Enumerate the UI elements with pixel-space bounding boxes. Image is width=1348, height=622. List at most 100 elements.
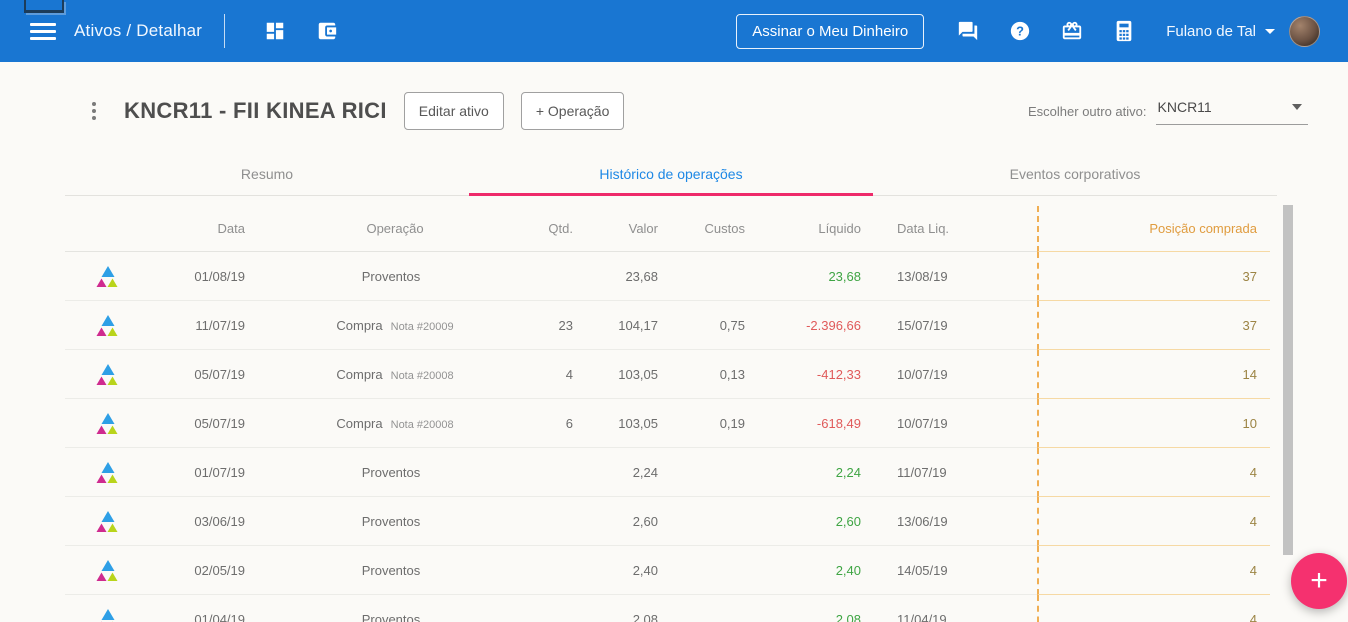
gift-icon[interactable] [1060, 19, 1084, 43]
cell-qty: 23 [545, 318, 573, 333]
cell-qty: 4 [545, 367, 573, 382]
breadcrumb[interactable]: Ativos / Detalhar [74, 21, 202, 41]
header-operation: Operação [245, 221, 545, 236]
cell-date: 11/07/19 [125, 318, 245, 333]
cell-position: 37 [1243, 318, 1257, 333]
cell-position: 4 [1250, 612, 1257, 622]
cell-position: 37 [1243, 269, 1257, 284]
cell-date: 01/04/19 [125, 612, 245, 622]
dropdown-caret-icon [1292, 104, 1302, 110]
cell-settlement: 15/07/19 [897, 318, 1017, 333]
table-row[interactable]: 05/07/19 CompraNota #20008 4 103,05 0,13… [65, 350, 1270, 399]
cell-operation: Proventos [245, 465, 545, 480]
cell-position: 4 [1250, 514, 1257, 529]
user-menu[interactable]: Fulano de Tal [1166, 16, 1320, 47]
cell-settlement: 13/08/19 [897, 269, 1017, 284]
cell-operation: Proventos [245, 269, 545, 284]
vertical-scrollbar[interactable] [1283, 205, 1293, 555]
header-value: Valor [573, 221, 658, 236]
asset-logo-icon [65, 363, 125, 386]
table-row[interactable]: 05/07/19 CompraNota #20008 6 103,05 0,19… [65, 399, 1270, 448]
asset-logo-icon [65, 265, 125, 288]
cell-settlement: 11/07/19 [897, 465, 1017, 480]
header-qty: Qtd. [545, 221, 573, 236]
chooser-label: Escolher outro ativo: [1028, 104, 1147, 119]
menu-icon[interactable] [30, 23, 56, 40]
cell-date: 01/08/19 [125, 269, 245, 284]
cell-value: 2,08 [573, 612, 658, 622]
cell-position: 14 [1243, 367, 1257, 382]
header-settlement: Data Liq. [897, 221, 1017, 236]
cell-value: 103,05 [573, 416, 658, 431]
help-icon[interactable]: ? [1008, 19, 1032, 43]
cell-settlement: 11/04/19 [897, 612, 1017, 622]
table-row[interactable]: 11/07/19 CompraNota #20009 23 104,17 0,7… [65, 301, 1270, 350]
cell-net: 23,68 [745, 269, 861, 284]
calculator-icon[interactable] [1112, 19, 1136, 43]
header-position: Posição comprada [1149, 221, 1257, 236]
table-header-row: Data Operação Qtd. Valor Custos Líquido … [65, 206, 1270, 252]
cell-value: 104,17 [573, 318, 658, 333]
cell-position: 10 [1243, 416, 1257, 431]
cell-settlement: 14/05/19 [897, 563, 1017, 578]
user-name: Fulano de Tal [1166, 23, 1256, 40]
cell-net: 2,40 [745, 563, 861, 578]
cell-costs: 0,13 [658, 367, 745, 382]
cell-settlement: 10/07/19 [897, 367, 1017, 382]
header-net: Líquido [745, 221, 861, 236]
table-row[interactable]: 01/07/19 Proventos 2,24 2,24 11/07/19 4 [65, 448, 1270, 497]
tab-eventos-corporativos[interactable]: Eventos corporativos [873, 152, 1277, 195]
cell-value: 2,24 [573, 465, 658, 480]
tab-resumo[interactable]: Resumo [65, 152, 469, 195]
header-date: Data [125, 221, 245, 236]
wallet-icon[interactable] [315, 19, 339, 43]
cell-settlement: 13/06/19 [897, 514, 1017, 529]
chat-icon[interactable] [956, 19, 980, 43]
table-row[interactable]: 01/08/19 Proventos 23,68 23,68 13/08/19 … [65, 252, 1270, 301]
cell-operation: CompraNota #20009 [245, 318, 545, 333]
cell-value: 23,68 [573, 269, 658, 284]
asset-logo-icon [65, 412, 125, 435]
cell-date: 01/07/19 [125, 465, 245, 480]
cell-position: 4 [1250, 563, 1257, 578]
tab-historico-de-operacoes[interactable]: Histórico de operações [469, 152, 873, 195]
cell-net: -412,33 [745, 367, 861, 382]
cell-operation: Proventos [245, 612, 545, 622]
dashboard-icon[interactable] [263, 19, 287, 43]
cell-settlement: 10/07/19 [897, 416, 1017, 431]
add-operation-button[interactable]: + Operação [521, 92, 625, 130]
cell-position: 4 [1250, 465, 1257, 480]
cell-date: 05/07/19 [125, 367, 245, 382]
chevron-down-icon [1265, 29, 1275, 34]
operations-table: Data Operação Qtd. Valor Custos Líquido … [65, 206, 1270, 622]
page-title: KNCR11 - FII KINEA RICI [124, 98, 387, 124]
cell-net: 2,24 [745, 465, 861, 480]
cell-net: 2,08 [745, 612, 861, 622]
plus-icon: + [1310, 564, 1328, 598]
tab-bar: Resumo Histórico de operações Eventos co… [65, 152, 1277, 196]
cell-operation: Proventos [245, 563, 545, 578]
cell-operation: CompraNota #20008 [245, 416, 545, 431]
asset-logo-icon [65, 559, 125, 582]
cell-net: -2.396,66 [745, 318, 861, 333]
divider [224, 14, 225, 48]
svg-text:?: ? [1016, 24, 1024, 39]
table-row[interactable]: 01/04/19 Proventos 2,08 2,08 11/04/19 4 [65, 595, 1270, 622]
asset-select-value: KNCR11 [1158, 99, 1212, 115]
cell-value: 103,05 [573, 367, 658, 382]
page: Ativos / Detalhar Assinar o Meu Dinheiro… [0, 0, 1348, 622]
subscribe-button[interactable]: Assinar o Meu Dinheiro [736, 14, 924, 49]
add-fab-button[interactable]: + [1291, 553, 1347, 609]
asset-select[interactable]: KNCR11 [1156, 99, 1308, 125]
cell-net: 2,60 [745, 514, 861, 529]
kebab-menu-icon[interactable] [86, 98, 102, 124]
window-edge-artifact [24, 0, 64, 13]
table-row[interactable]: 03/06/19 Proventos 2,60 2,60 13/06/19 4 [65, 497, 1270, 546]
cell-net: -618,49 [745, 416, 861, 431]
cell-value: 2,60 [573, 514, 658, 529]
asset-logo-icon [65, 510, 125, 533]
cell-value: 2,40 [573, 563, 658, 578]
table-row[interactable]: 02/05/19 Proventos 2,40 2,40 14/05/19 4 [65, 546, 1270, 595]
avatar[interactable] [1289, 16, 1320, 47]
edit-asset-button[interactable]: Editar ativo [404, 92, 504, 130]
